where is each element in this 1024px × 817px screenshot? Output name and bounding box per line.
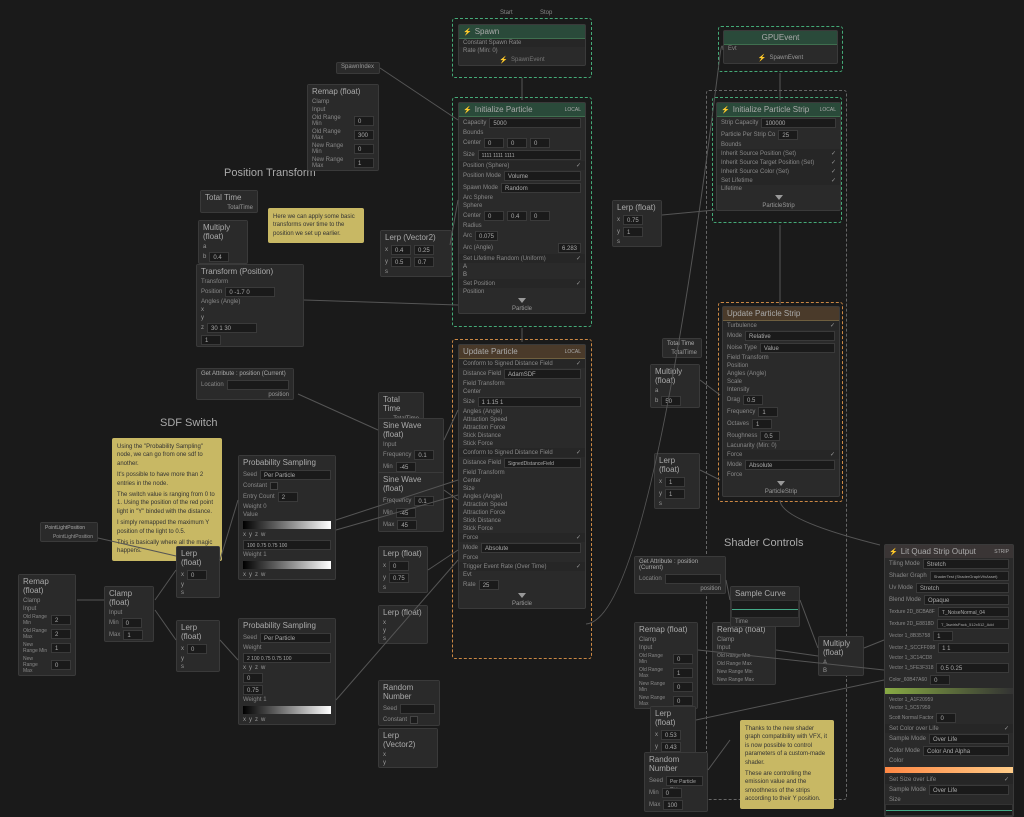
check-icon <box>830 322 835 329</box>
multiply-node-3[interactable]: Multiply (float) A B <box>818 636 864 676</box>
check-icon <box>1004 776 1009 783</box>
gradient-preview <box>243 706 331 714</box>
gradient-preview <box>243 561 331 569</box>
gpuevent-node[interactable]: GPUEvent Evt SpawnEvent <box>723 30 838 64</box>
bolt-icon <box>499 56 508 64</box>
bolt-icon <box>463 105 472 114</box>
color-preview <box>885 688 1013 694</box>
check-icon <box>831 168 836 175</box>
bolt-icon <box>758 54 767 62</box>
flow-arrow-icon <box>775 195 783 200</box>
start-label: Start <box>500 10 513 16</box>
check-icon <box>576 255 581 262</box>
bolt-icon <box>889 547 898 556</box>
transform-position-node[interactable]: Transform (Position) Transform Position0… <box>196 264 304 347</box>
lerp-float-node-6[interactable]: Lerp (float) x y s <box>378 605 428 644</box>
check-icon <box>1004 725 1009 732</box>
update-particle-node[interactable]: Update ParticleLOCAL Conform to Signed D… <box>458 344 586 609</box>
check-icon <box>576 449 581 456</box>
check-icon <box>576 280 581 287</box>
stop-label: Stop <box>540 10 552 16</box>
bolt-icon <box>721 105 730 114</box>
section-position-transform: Position Transform <box>224 167 316 179</box>
sinewave-node-2[interactable]: Sine Wave (float) Frequency0.1 Min-45 Ma… <box>378 472 444 532</box>
bolt-icon <box>463 27 472 36</box>
check-icon <box>576 162 581 169</box>
probability-sampling-node-2[interactable]: Probability Sampling SeedPer Particle We… <box>238 618 336 725</box>
check-icon <box>576 534 581 541</box>
lerp-vector2-node-2[interactable]: Lerp (Vector2) x y <box>378 728 438 768</box>
remap-node-2[interactable]: Remap (float) Clamp Input Old Range Min2… <box>18 574 76 676</box>
get-attribute-position-node-2[interactable]: Get Attribute : position (Current) Locat… <box>634 556 726 594</box>
sticky-position-transform: Here we can apply some basic transforms … <box>268 208 364 243</box>
multiply-node-2[interactable]: Multiply (float) a b50 <box>650 364 700 408</box>
check-icon <box>576 563 581 570</box>
check-icon <box>576 360 581 367</box>
flow-arrow-icon <box>777 481 785 486</box>
check-icon <box>831 150 836 157</box>
sample-curve-node[interactable]: Sample Curve Time <box>730 586 800 627</box>
check-icon <box>831 159 836 166</box>
initialize-particle-strip-node[interactable]: Initialize Particle StripLOCAL Strip Cap… <box>716 102 841 211</box>
lerp-float-node-5[interactable]: Lerp (float) x0 y0.75 s <box>378 546 428 593</box>
totaltime-node-3[interactable]: Total Time TotalTime <box>662 338 702 358</box>
lerp-float-node-4[interactable]: Lerp (float) x0 y s <box>176 620 220 672</box>
check-icon <box>831 177 836 184</box>
spawnindex-node[interactable]: SpawnIndex <box>336 62 380 74</box>
check-icon <box>830 451 835 458</box>
lerp-float-node-1[interactable]: Lerp (float) x0.75 y1 s <box>612 200 662 247</box>
flow-arrow-icon <box>518 593 526 598</box>
remap-node-1[interactable]: Remap (float) Clamp Input Old Range Min0… <box>307 84 379 171</box>
lit-quad-strip-output-node[interactable]: Lit Quad Strip OutputSTRIP Tiling ModeSt… <box>884 544 1014 817</box>
lerp-float-node-3[interactable]: Lerp (float) x0 y s <box>176 546 220 598</box>
spawn-node[interactable]: Spawn Constant Spawn Rate Rate (Min: 0) … <box>458 24 586 66</box>
sticky-sdf-switch: Using the "Probability Sampling" node, w… <box>112 438 222 561</box>
initialize-particle-node[interactable]: Initialize ParticleLOCAL Capacity5000 Bo… <box>458 102 586 314</box>
sticky-shader-controls: Thanks to the new shader graph compatibi… <box>740 720 834 809</box>
remap-node-4[interactable]: Remap (float) Clamp Input Old Range Min … <box>712 622 776 685</box>
section-sdf-switch: SDF Switch <box>160 417 217 429</box>
get-attribute-position-node-1[interactable]: Get Attribute : position (Current) Locat… <box>196 368 294 400</box>
remap-node-3[interactable]: Remap (float) Clamp Input Old Range Min0… <box>634 622 698 709</box>
lerp-vector2-node[interactable]: Lerp (Vector2) x0.40.25 y0.50.7 s <box>380 230 452 277</box>
multiply-node-1[interactable]: Multiply (float) a b0.4 <box>198 220 248 264</box>
color-gradient <box>885 767 1013 773</box>
probability-sampling-node-1[interactable]: Probability Sampling SeedPer Particle Co… <box>238 455 336 580</box>
clamp-node[interactable]: Clamp (float) Input Min0 Max1 <box>104 586 154 642</box>
section-shader-controls: Shader Controls <box>724 537 804 549</box>
curve-preview <box>731 600 799 618</box>
lerp-float-node-2[interactable]: Lerp (float) x1 y1 s <box>654 453 700 509</box>
random-number-node-2[interactable]: Random Number SeedPer Particle Strip Min… <box>644 752 708 812</box>
totaltime-node-1[interactable]: Total Time TotalTime <box>200 190 258 213</box>
random-number-node-1[interactable]: Random Number Seed Constant <box>378 680 440 726</box>
pointlightposition-node[interactable]: PointLightPosition PointLightPosition <box>40 522 98 542</box>
gradient-preview <box>243 521 331 529</box>
update-particle-strip-node[interactable]: Update Particle Strip Turbulence ModeRel… <box>722 306 840 497</box>
flow-arrow-icon <box>518 298 526 303</box>
